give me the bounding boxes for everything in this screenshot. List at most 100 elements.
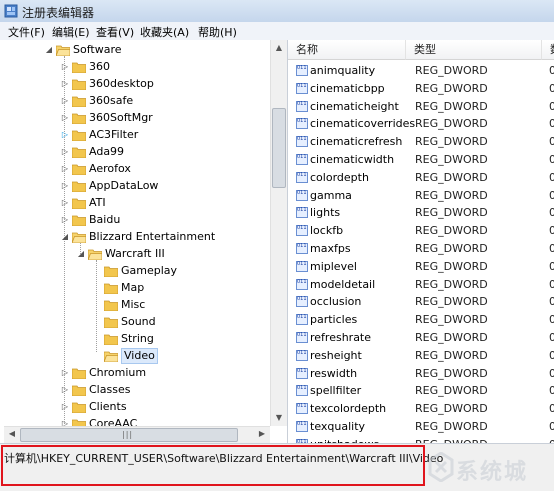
value-type: REG_DWORD [415,384,488,398]
value-name: particles [310,313,358,327]
tree-item[interactable]: ▷ 360SoftMgr [0,109,270,126]
scroll-grip-icon: ||| [122,430,134,439]
menu-edit[interactable]: 编辑(E) [52,24,90,40]
value-name: cinematicrefresh [310,135,403,149]
tree-item[interactable]: ▷ AppDataLow [0,177,270,194]
value-row[interactable]: texquality REG_DWORD 0 [288,418,554,436]
tree-item[interactable]: ▷ AC3Filter [0,126,270,143]
value-row[interactable]: lights REG_DWORD 0 [288,204,554,222]
expand-arrow-icon[interactable]: ▷ [60,177,70,194]
menu-view[interactable]: 查看(V) [96,24,134,40]
expand-arrow-icon[interactable]: ▷ [60,126,70,143]
folder-icon [71,61,87,74]
scroll-down-arrow-icon[interactable]: ▼ [271,411,287,425]
value-row[interactable]: cinematicwidth REG_DWORD 0 [288,151,554,169]
tree-item[interactable]: ◢ Software [0,41,270,58]
value-row[interactable]: texcolordepth REG_DWORD 0 [288,400,554,418]
value-row[interactable]: miplevel REG_DWORD 0 [288,258,554,276]
tree-item[interactable]: ▷ Clients [0,398,270,415]
tree-item-label: Blizzard Entertainment [89,230,216,243]
tree-item[interactable]: Gameplay [0,262,270,279]
value-row[interactable]: reswidth REG_DWORD 0 [288,365,554,383]
scroll-right-arrow-icon[interactable]: ▶ [254,427,270,441]
tree-item[interactable]: ▷ 360safe [0,92,270,109]
tree-item[interactable]: Map [0,279,270,296]
value-row[interactable]: animquality REG_DWORD 0 [288,62,554,80]
expand-arrow-icon[interactable]: ▷ [60,92,70,109]
reg-dword-icon [296,82,308,94]
tree-item[interactable]: Video [0,347,270,364]
expand-arrow-icon[interactable]: ▷ [60,211,70,228]
reg-dword-icon [296,243,308,254]
value-data: 0 [549,277,554,291]
value-row[interactable]: spellfilter REG_DWORD 0 [288,382,554,400]
tree-item-label: 360desktop [89,77,154,90]
expand-arrow-icon[interactable]: ▷ [60,75,70,92]
reg-dword-icon [296,296,308,308]
folder-icon [55,44,71,57]
value-data: 0 [549,313,554,327]
regedit-icon [4,4,18,18]
tree-item-label: Sound [121,315,156,328]
value-row[interactable]: lockfb REG_DWORD 0 [288,222,554,240]
tree-item[interactable]: ▷ 360desktop [0,75,270,92]
value-row[interactable]: cinematicbpp REG_DWORD 0 [288,80,554,98]
tree-item[interactable]: ◢ Warcraft III [0,245,270,262]
expand-arrow-icon[interactable]: ▷ [60,381,70,398]
value-row[interactable]: resheight REG_DWORD 0 [288,347,554,365]
expand-arrow-icon[interactable]: ▷ [60,194,70,211]
value-data: 0 [549,259,554,273]
value-row[interactable]: particles REG_DWORD 0 [288,311,554,329]
column-header-name[interactable]: 名称 [288,40,406,60]
menu-help[interactable]: 帮助(H) [198,24,237,40]
scroll-left-arrow-icon[interactable]: ◀ [4,427,20,441]
collapse-arrow-icon[interactable]: ◢ [44,41,54,58]
expand-arrow-icon[interactable]: ▷ [60,109,70,126]
tree-item[interactable]: ◢ Blizzard Entertainment [0,228,270,245]
expand-arrow-icon[interactable]: ▷ [60,398,70,415]
values-list[interactable]: 名称 类型 数 animqualityREG_DWORD0cinematicbp… [288,40,554,443]
column-header-type[interactable]: 类型 [406,40,542,60]
value-row[interactable]: cinematicoverridesREG_DWORD 0 [288,115,554,133]
value-row[interactable]: cinematicheight REG_DWORD 0 [288,98,554,116]
tree-item[interactable]: ▷ Ada99 [0,143,270,160]
collapse-arrow-icon[interactable]: ◢ [76,245,86,262]
value-row[interactable]: refreshrate REG_DWORD 0 [288,329,554,347]
expand-arrow-icon[interactable]: ▷ [60,58,70,75]
value-data: 0 [549,384,554,398]
value-row[interactable]: colordepth REG_DWORD 0 [288,169,554,187]
tree-item[interactable]: ▷ Aerofox [0,160,270,177]
value-row[interactable]: maxfps REG_DWORD 0 [288,240,554,258]
expand-arrow-icon[interactable]: ▷ [60,160,70,177]
reg-dword-icon [296,189,308,201]
value-row[interactable]: gamma REG_DWORD 0 [288,187,554,205]
tree-item[interactable]: ▷ Chromium [0,364,270,381]
tree-item[interactable]: ▷ ATI [0,194,270,211]
tree-item[interactable]: ▷ 360 [0,58,270,75]
reg-dword-icon [296,349,308,361]
column-header-data[interactable]: 数 [542,40,554,60]
tree-item[interactable]: String [0,330,270,347]
value-data: 0 [549,331,554,344]
tree-item[interactable]: Sound [0,313,270,330]
expand-arrow-icon[interactable]: ▷ [60,143,70,160]
tree-item[interactable]: ▷ Baidu [0,211,270,228]
value-data: 0 [549,64,554,77]
scroll-up-arrow-icon[interactable]: ▲ [271,41,287,55]
menu-file[interactable]: 文件(F) [8,24,45,40]
expand-arrow-icon[interactable]: ▷ [60,364,70,381]
tree-item-label: Classes [89,383,131,396]
value-row[interactable]: occlusion REG_DWORD 0 [288,293,554,311]
tree-item[interactable]: Misc [0,296,270,313]
tree-item[interactable]: ▷ Classes [0,381,270,398]
tree-vertical-scroll-thumb[interactable] [272,108,286,188]
collapse-arrow-icon[interactable]: ◢ [60,228,70,245]
menu-favorites[interactable]: 收藏夹(A) [140,24,189,40]
value-row[interactable]: modeldetail REG_DWORD 0 [288,276,554,294]
tree-vertical-scrollbar[interactable] [270,40,287,426]
registry-tree[interactable]: ◢ Software ▷ 360 ▷ 360desktop ▷ 360safe ▷ 360Soft… [0,40,288,443]
value-row[interactable]: cinematicrefresh REG_DWORD 0 [288,133,554,151]
value-name: refreshrate [310,331,372,344]
value-data: 0 [549,81,554,95]
value-row[interactable]: unitshadows REG_DWORD 0 [288,436,554,443]
